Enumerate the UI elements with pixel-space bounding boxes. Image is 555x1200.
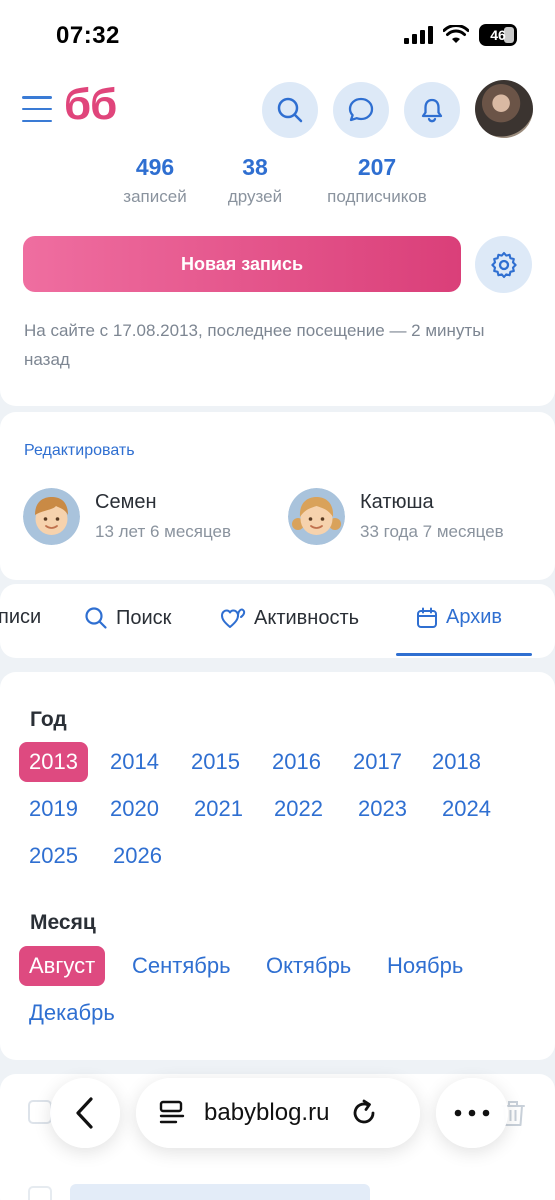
year-chip[interactable]: 2018 bbox=[422, 742, 491, 782]
search-icon bbox=[85, 607, 107, 629]
post-checkbox[interactable] bbox=[28, 1186, 52, 1200]
tab-search[interactable]: Поиск bbox=[84, 606, 171, 630]
reader-icon[interactable] bbox=[158, 1100, 186, 1126]
month-chip[interactable]: Октябрь bbox=[256, 946, 361, 986]
menu-icon[interactable] bbox=[22, 96, 52, 122]
month-chip[interactable]: Ноябрь bbox=[377, 946, 473, 986]
year-chip[interactable]: 2025 bbox=[19, 836, 88, 876]
month-title: Месяц bbox=[30, 911, 96, 934]
blog-tabs: писи Поиск Активность Архив bbox=[0, 584, 555, 658]
notifications-button[interactable] bbox=[404, 82, 460, 138]
tab-label: Активность bbox=[254, 606, 360, 629]
month-chip-selected[interactable]: Август bbox=[19, 946, 106, 986]
tab-label: Архив bbox=[446, 606, 503, 628]
more-icon bbox=[454, 1109, 490, 1117]
wifi-icon bbox=[443, 25, 469, 43]
chevron-left-icon bbox=[76, 1097, 93, 1129]
year-title: Год bbox=[30, 708, 67, 731]
tab-label: Поиск bbox=[116, 606, 172, 629]
year-chip[interactable]: 2026 bbox=[103, 836, 172, 876]
select-checkbox[interactable] bbox=[28, 1100, 52, 1124]
gear-icon bbox=[490, 251, 517, 278]
app-header: бб bbox=[0, 70, 555, 152]
year-chip-selected[interactable]: 2013 bbox=[19, 742, 88, 782]
stat-posts[interactable]: 496 записей bbox=[112, 154, 198, 207]
child-item[interactable]: Семен 13 лет 6 месяцев bbox=[23, 488, 231, 545]
month-chip[interactable]: Декабрь bbox=[19, 993, 125, 1033]
url-text: babyblog.ru bbox=[204, 1099, 330, 1126]
more-button[interactable] bbox=[436, 1078, 508, 1148]
year-chip[interactable]: 2016 bbox=[262, 742, 331, 782]
archive-card: Год 2013 2014 2015 2016 2017 2018 2019 2… bbox=[0, 672, 555, 1060]
back-button[interactable] bbox=[50, 1078, 120, 1148]
child-item[interactable]: Катюша 33 года 7 месяцев bbox=[288, 488, 504, 545]
year-chip[interactable]: 2017 bbox=[343, 742, 412, 782]
tab-posts[interactable]: писи bbox=[0, 606, 41, 629]
edit-children-link[interactable]: Редактировать bbox=[24, 442, 135, 460]
chat-icon bbox=[348, 97, 374, 122]
stat-label: друзей bbox=[227, 187, 283, 206]
year-chip[interactable]: 2019 bbox=[19, 789, 88, 829]
site-logo[interactable]: бб bbox=[64, 80, 117, 130]
child-name: Катюша bbox=[360, 491, 434, 513]
stat-label: подписчиков bbox=[327, 187, 427, 206]
year-chip[interactable]: 2014 bbox=[100, 742, 169, 782]
hearts-icon bbox=[221, 608, 246, 628]
stat-value: 38 bbox=[242, 154, 268, 180]
stat-value: 496 bbox=[135, 154, 175, 180]
stat-followers[interactable]: 207 подписчиков bbox=[312, 154, 442, 207]
tab-label: писи bbox=[0, 606, 42, 628]
last-visit-info: На сайте с 17.08.2013, последнее посещен… bbox=[24, 321, 485, 369]
child-age: 13 лет 6 месяцев bbox=[95, 522, 232, 541]
status-bar: 07:32 46 bbox=[0, 0, 555, 70]
active-tab-indicator bbox=[396, 653, 532, 656]
messages-button[interactable] bbox=[333, 82, 389, 138]
calendar-icon bbox=[417, 607, 437, 628]
settings-button[interactable] bbox=[475, 236, 532, 293]
battery-level: 46 bbox=[490, 27, 506, 43]
boy-avatar-icon bbox=[23, 488, 80, 545]
new-post-button[interactable]: Новая запись bbox=[23, 236, 461, 292]
signal-icon bbox=[404, 26, 433, 44]
child-name: Семен bbox=[95, 491, 157, 513]
stat-friends[interactable]: 38 друзей bbox=[216, 154, 294, 207]
search-icon bbox=[277, 97, 303, 123]
tab-archive[interactable]: Архив bbox=[416, 606, 502, 629]
stat-value: 207 bbox=[357, 154, 397, 180]
year-chip[interactable]: 2022 bbox=[264, 789, 333, 829]
children-card: Редактировать Семен 13 лет 6 месяцев Кат… bbox=[0, 412, 555, 580]
address-bar[interactable]: babyblog.ru bbox=[136, 1078, 420, 1148]
month-chip[interactable]: Сентябрь bbox=[122, 946, 241, 986]
child-age: 33 года 7 месяцев bbox=[360, 522, 504, 541]
tab-activity[interactable]: Активность bbox=[220, 606, 359, 630]
year-chip[interactable]: 2021 bbox=[184, 789, 253, 829]
reload-icon[interactable] bbox=[349, 1098, 379, 1128]
battery-icon: 46 bbox=[479, 24, 517, 46]
year-chip[interactable]: 2024 bbox=[432, 789, 501, 829]
status-time: 07:32 bbox=[56, 22, 120, 49]
stat-label: записей bbox=[123, 187, 187, 206]
status-icons: 46 bbox=[404, 24, 517, 46]
year-chip[interactable]: 2023 bbox=[348, 789, 417, 829]
bell-icon bbox=[421, 98, 443, 123]
search-button[interactable] bbox=[262, 82, 318, 138]
year-chip[interactable]: 2015 bbox=[181, 742, 250, 782]
profile-card: 496 записей 38 друзей 207 подписчиков Но… bbox=[0, 148, 555, 406]
girl-avatar-icon bbox=[288, 488, 345, 545]
user-avatar[interactable] bbox=[475, 80, 533, 138]
post-title-placeholder[interactable] bbox=[70, 1184, 370, 1200]
browser-toolbar: babyblog.ru bbox=[50, 1078, 510, 1154]
year-chip[interactable]: 2020 bbox=[100, 789, 169, 829]
